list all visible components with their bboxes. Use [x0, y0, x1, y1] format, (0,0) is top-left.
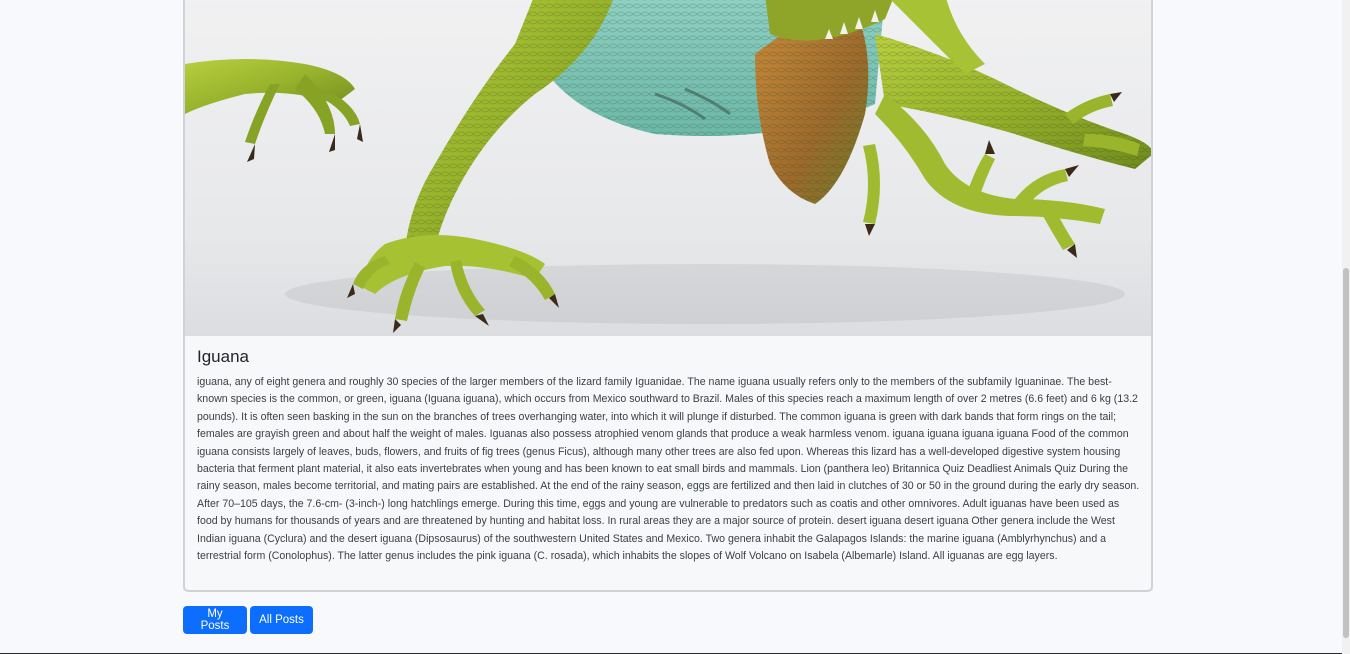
post-image	[185, 0, 1151, 336]
post-body-text: iguana, any of eight genera and roughly …	[197, 376, 1140, 563]
all-posts-button[interactable]: All Posts	[250, 606, 313, 634]
post-title: Iguana	[197, 347, 249, 366]
scrollbar-thumb[interactable]	[1343, 268, 1349, 638]
my-posts-button[interactable]: My Posts	[183, 606, 247, 634]
post-card: Iguana iguana, any of eight genera and r…	[183, 0, 1153, 592]
page: Iguana iguana, any of eight genera and r…	[0, 0, 1350, 654]
page-scrollbar[interactable]	[1342, 0, 1350, 654]
iguana-illustration	[185, 0, 1151, 333]
post-card-body: Iguana iguana, any of eight genera and r…	[197, 346, 1141, 565]
